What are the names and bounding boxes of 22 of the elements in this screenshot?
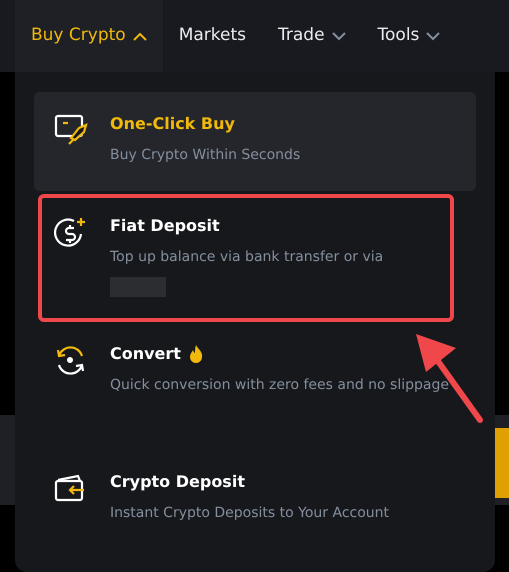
nav-tab[interactable]: Trade (262, 0, 362, 72)
menu-item-description: Buy Crypto Within Seconds (110, 146, 302, 165)
menu-item[interactable]: Convert Quick conversion with zero fees and no slippage (34, 322, 476, 447)
nav-tab[interactable]: Tools (362, 0, 456, 72)
menu-item[interactable]: Crypto Deposit Instant Crypto Deposits to Your Account (34, 450, 476, 572)
flame-icon (188, 345, 203, 363)
menu-item-title: One-Click Buy (110, 113, 235, 135)
chevron-icon (132, 32, 147, 40)
dollar-icon (54, 216, 88, 248)
page-button-background (495, 428, 509, 498)
menu-item[interactable]: One-Click Buy Buy Crypto Within Seconds (34, 92, 476, 191)
menu-item-title: Crypto Deposit (110, 471, 245, 493)
menu-item-description: Top up balance via bank transfer or via (110, 248, 384, 267)
menu-item-description: Quick conversion with zero fees and no slippage (110, 376, 450, 395)
chevron-icon (332, 32, 346, 40)
nav-tab[interactable]: Buy Crypto (15, 0, 163, 72)
chevron-icon (426, 32, 440, 40)
menu-item-title: Convert (110, 343, 181, 365)
menu-item[interactable]: Fiat Deposit Top up balance via bank transfer or via (34, 194, 476, 319)
nav-tab[interactable]: Markets (162, 0, 262, 72)
menu-item-title: Fiat Deposit (110, 215, 220, 237)
menu-item-description: Instant Crypto Deposits to Your Account (110, 504, 390, 523)
